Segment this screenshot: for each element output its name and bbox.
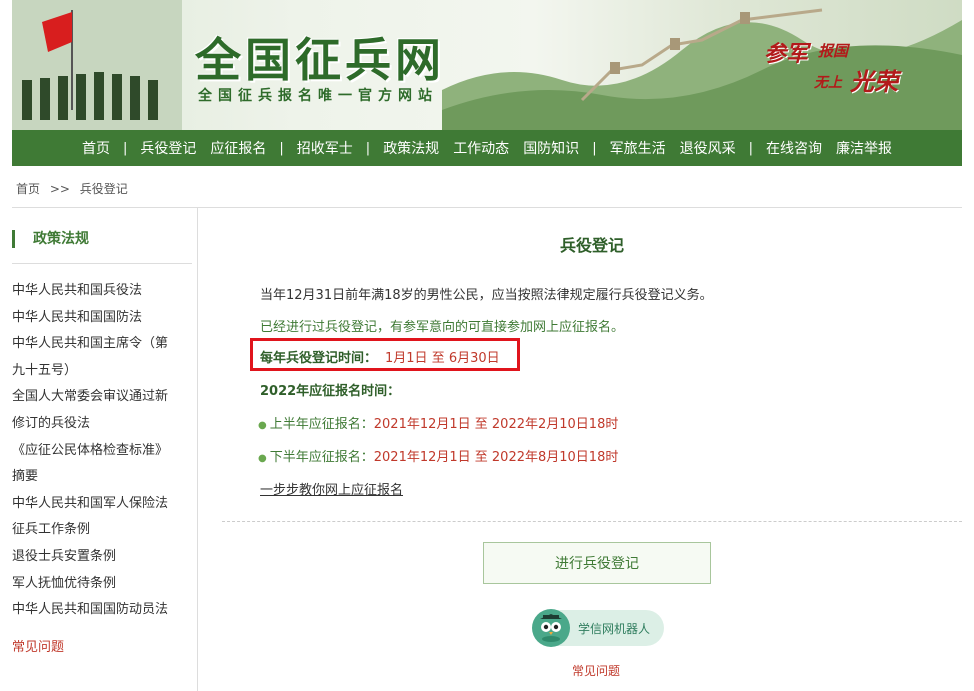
site-subtitle: 全国征兵报名唯一官方网站	[198, 88, 438, 104]
bullet-icon: ●	[258, 453, 267, 464]
sidebar-item-pension-regulations[interactable]: 军人抚恤优待条例	[12, 571, 192, 598]
nav-separator: |	[365, 140, 371, 156]
registration-requirement-text: 当年12月31日前年满18岁的男性公民，应当按照法律规定履行兵役登记义务。	[260, 288, 713, 303]
nav-separator: |	[592, 140, 597, 156]
first-half-label: 上半年应征报名：	[269, 417, 374, 432]
header-banner: 全国征兵网 全国征兵报名唯一官方网站 参军 报国 无上 光荣	[12, 0, 962, 130]
page-title: 兵役登记	[559, 236, 624, 255]
registration-period-label: 每年兵役登记时间：	[260, 351, 378, 366]
breadcrumb-separator: >>	[49, 182, 70, 196]
breadcrumb: 首页 >> 兵役登记	[16, 180, 134, 197]
nav-item-integrity-report[interactable]: 廉洁举报	[829, 138, 899, 158]
nav-separator: |	[748, 140, 753, 156]
slogan-text-a: 参军	[764, 41, 809, 67]
nav-separator: |	[279, 140, 284, 156]
registration-period-value: 1月1日 至 6月30日	[385, 351, 500, 366]
second-half-label: 下半年应征报名：	[269, 450, 374, 465]
sidebar: 政策法规 中华人民共和国兵役法 中华人民共和国国防法 中华人民共和国主席令（第 …	[0, 208, 198, 691]
slogan-text-b: 报国	[818, 42, 849, 60]
second-half-enlistment: ● 下半年应征报名：2021年12月1日 至 2022年8月10日18时	[258, 446, 618, 465]
sidebar-item-npc-revised-law[interactable]: 全国人大常委会审议通过新	[12, 384, 192, 411]
sidebar-item-physical-exam-standard[interactable]: 《应征公民体格检查标准》	[12, 438, 192, 465]
chatbot-button[interactable]: 学信网机器人	[532, 609, 664, 647]
faq-link[interactable]: 常见问题	[572, 662, 620, 679]
nav-item-veterans[interactable]: 退役风采	[673, 138, 743, 158]
nav-item-policy[interactable]: 政策法规	[376, 138, 446, 158]
sidebar-item-conscription-regulations[interactable]: 征兵工作条例	[12, 517, 192, 544]
sidebar-item-military-service-law[interactable]: 中华人民共和国兵役法	[12, 278, 192, 305]
registration-period: 每年兵役登记时间： 1月1日 至 6月30日	[260, 347, 500, 366]
registered-note-text: 已经进行过兵役登记，有参军意向的可直接参加网上应征报名。	[260, 320, 625, 335]
sidebar-divider	[12, 263, 192, 264]
nav-item-home[interactable]: 首页	[75, 138, 117, 158]
sidebar-faq-link[interactable]: 常见问题	[12, 636, 64, 655]
nav-separator: |	[123, 140, 128, 156]
bullet-icon: ●	[258, 420, 267, 431]
nav-item-military-life[interactable]: 军旅生活	[603, 138, 673, 158]
sidebar-item-presidential-order[interactable]: 中华人民共和国主席令（第	[12, 331, 192, 358]
nav-item-enlistment[interactable]: 应征报名	[203, 138, 273, 158]
sidebar-item-mobilization-law[interactable]: 中华人民共和国国防动员法	[12, 597, 192, 624]
main-nav: 首页 | 兵役登记 应征报名 | 招收军士 | 政策法规 工作动态 国防知识 |…	[12, 130, 962, 166]
enlistment-heading: 2022年应征报名时间：	[260, 384, 401, 399]
robot-owl-icon	[532, 609, 570, 647]
sidebar-item-veteran-placement[interactable]: 退役士兵安置条例	[12, 544, 192, 571]
nav-item-online-consult[interactable]: 在线咨询	[759, 138, 829, 158]
second-half-value: 2021年12月1日 至 2022年8月10日18时	[373, 450, 619, 465]
sidebar-item-physical-exam-standard-cont[interactable]: 摘要	[12, 464, 192, 491]
nav-item-work-news[interactable]: 工作动态	[446, 138, 516, 158]
sidebar-item-military-insurance-law[interactable]: 中华人民共和国军人保险法	[12, 491, 192, 518]
slogan-text-c: 无上	[814, 75, 842, 91]
nav-item-defense-knowledge[interactable]: 国防知识	[516, 138, 586, 158]
sidebar-heading: 政策法规	[12, 230, 89, 248]
nav-item-military-registration[interactable]: 兵役登记	[133, 138, 203, 158]
dashed-divider	[222, 521, 962, 522]
sidebar-item-npc-revised-law-cont[interactable]: 修订的兵役法	[12, 411, 192, 438]
first-half-enlistment: ● 上半年应征报名：2021年12月1日 至 2022年2月10日18时	[258, 413, 618, 432]
chatbot-label: 学信网机器人	[578, 621, 651, 636]
nav-item-nco-recruitment[interactable]: 招收军士	[290, 138, 360, 158]
enlistment-guide-link[interactable]: 一步步教你网上应征报名	[260, 479, 403, 498]
breadcrumb-current: 兵役登记	[79, 182, 128, 196]
breadcrumb-home[interactable]: 首页	[16, 182, 40, 196]
honor-guard-image	[12, 0, 182, 130]
slogan-text-d: 光荣	[850, 67, 898, 96]
register-button[interactable]: 进行兵役登记	[483, 542, 711, 584]
sidebar-list: 中华人民共和国兵役法 中华人民共和国国防法 中华人民共和国主席令（第 九十五号）…	[12, 278, 192, 624]
sidebar-item-presidential-order-cont[interactable]: 九十五号）	[12, 358, 192, 385]
site-title: 全国征兵网	[195, 33, 445, 87]
first-half-value: 2021年12月1日 至 2022年2月10日18时	[373, 417, 619, 432]
sidebar-item-national-defense-law[interactable]: 中华人民共和国国防法	[12, 305, 192, 332]
